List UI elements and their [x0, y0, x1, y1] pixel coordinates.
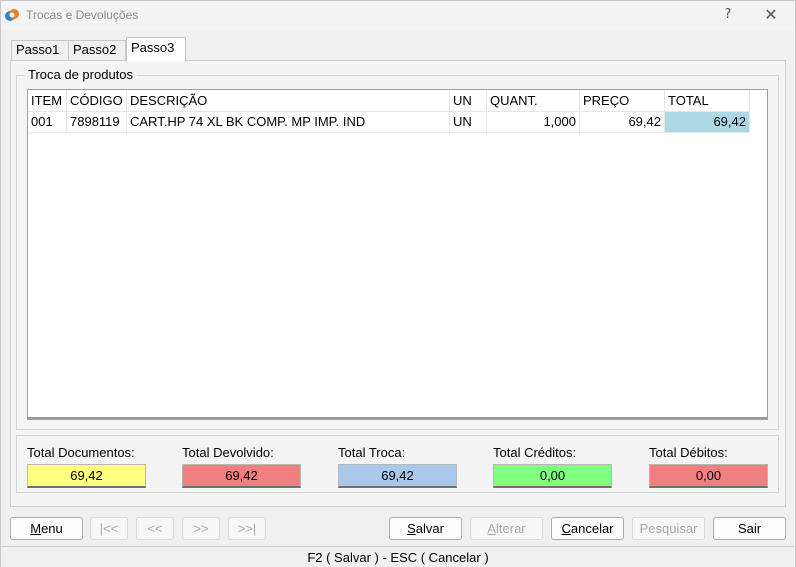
menu-button[interactable]: Menu [10, 517, 83, 540]
app-logo-icon [5, 9, 19, 21]
exit-button[interactable]: Sair [713, 517, 786, 540]
search-button[interactable]: Pesquisar [632, 517, 705, 540]
total-creditos-label: Total Créditos: [493, 445, 577, 460]
menu-button-label: enu [41, 521, 63, 536]
tab-passo1[interactable]: Passo1 [11, 40, 69, 61]
edit-button[interactable]: Alterar [470, 517, 543, 540]
total-troca-label: Total Troca: [338, 445, 406, 460]
cell-preco: 69,42 [580, 112, 665, 133]
help-button[interactable]: ? [717, 5, 739, 25]
products-grid[interactable]: ITEM CÓDIGO DESCRIÇÃO UN QUANT. PREÇO TO… [27, 89, 768, 420]
next-record-button[interactable]: >> [182, 517, 220, 540]
cell-total: 69,42 [665, 112, 750, 133]
cell-descricao: CART.HP 74 XL BK COMP. MP IMP. IND [127, 112, 450, 133]
column-header-item[interactable]: ITEM [28, 90, 67, 112]
shortcut-status-bar: F2 ( Salvar ) - ESC ( Cancelar ) [1, 546, 795, 567]
save-button[interactable]: Salvar [389, 517, 462, 540]
exchange-returns-window: Trocas e Devoluções ? ✕ Passo1 Passo2 Pa… [0, 0, 796, 567]
tab-panel-passo3: Troca de produtos ITEM CÓDIGO DESCRIÇÃO … [10, 60, 786, 507]
total-documentos-label: Total Documentos: [27, 445, 135, 460]
totals-panel: Total Documentos: 69,42 Total Devolvido:… [16, 435, 779, 493]
first-record-button[interactable]: |<< [90, 517, 128, 540]
total-devolvido-label: Total Devolvido: [182, 445, 274, 460]
cancel-button-mnemonic: C [561, 521, 571, 536]
cell-codigo: 7898119 [67, 112, 127, 133]
column-header-descricao[interactable]: DESCRIÇÃO [127, 90, 450, 112]
total-creditos-value: 0,00 [493, 464, 612, 488]
edit-button-mnemonic: A [487, 521, 497, 536]
table-row[interactable]: 001 7898119 CART.HP 74 XL BK COMP. MP IM… [28, 112, 767, 133]
column-header-codigo[interactable]: CÓDIGO [67, 90, 127, 112]
menu-button-mnemonic: M [30, 521, 42, 536]
cancel-button-label: ancelar [570, 521, 614, 536]
total-debitos-label: Total Débitos: [649, 445, 728, 460]
column-header-un[interactable]: UN [450, 90, 487, 112]
column-header-preco[interactable]: PREÇO [580, 90, 665, 112]
edit-button-label: lterar [496, 521, 526, 536]
close-icon[interactable]: ✕ [759, 5, 783, 25]
total-debitos-value: 0,00 [649, 464, 768, 488]
cell-un: UN [450, 112, 487, 133]
window-title: Trocas e Devoluções [26, 8, 139, 22]
cell-quant: 1,000 [487, 112, 580, 133]
group-title: Troca de produtos [25, 67, 138, 82]
tab-passo2[interactable]: Passo2 [68, 40, 126, 61]
total-documentos-value: 69,42 [27, 464, 146, 488]
save-button-label: alvar [415, 521, 444, 536]
last-record-button[interactable]: >>| [228, 517, 266, 540]
grid-bottom-border [28, 417, 767, 419]
column-header-quant[interactable]: QUANT. [487, 90, 580, 112]
total-devolvido-value: 69,42 [182, 464, 301, 488]
cancel-button[interactable]: Cancelar [551, 517, 624, 540]
cell-item: 001 [28, 112, 67, 133]
title-bar: Trocas e Devoluções ? ✕ [1, 1, 795, 30]
save-button-mnemonic: S [407, 521, 416, 536]
tab-passo3[interactable]: Passo3 [126, 37, 186, 62]
grid-header: ITEM CÓDIGO DESCRIÇÃO UN QUANT. PREÇO TO… [28, 90, 767, 112]
total-troca-value: 69,42 [338, 464, 457, 488]
column-header-total[interactable]: TOTAL [665, 90, 750, 112]
product-exchange-group: Troca de produtos ITEM CÓDIGO DESCRIÇÃO … [16, 67, 779, 430]
previous-record-button[interactable]: << [136, 517, 174, 540]
